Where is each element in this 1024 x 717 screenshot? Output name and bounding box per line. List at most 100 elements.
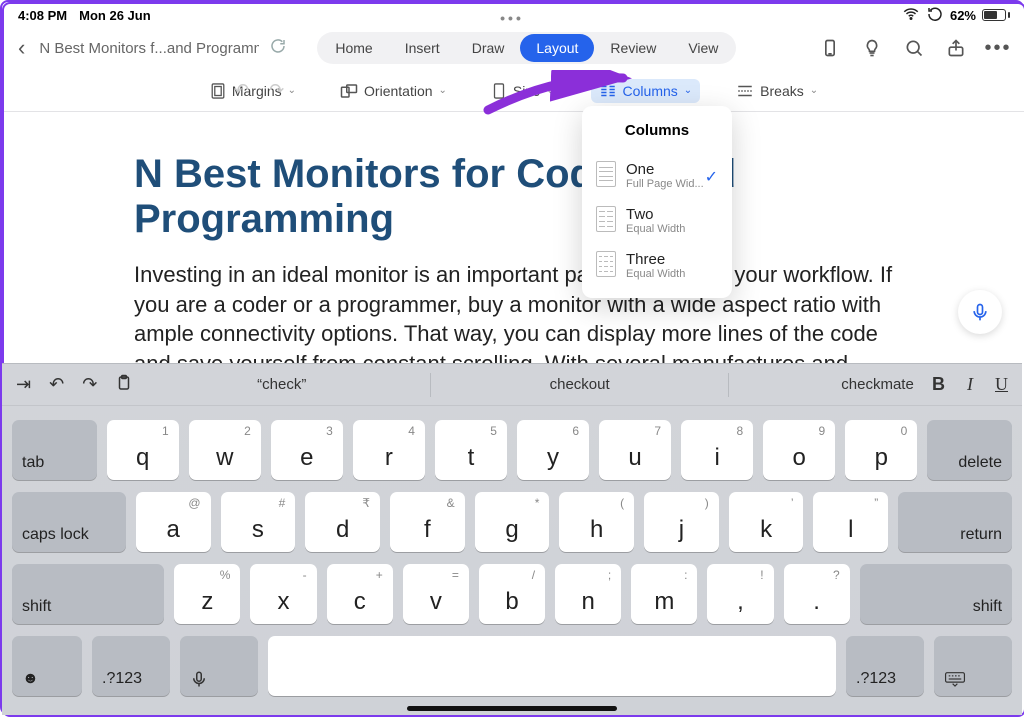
dictate-key[interactable] (180, 636, 258, 696)
dictation-button[interactable] (958, 290, 1002, 334)
layout-toolbar: ↶ ↷ Margins ⌄ Orientation ⌄ Size ⌄ Colum… (4, 70, 1024, 112)
key-x[interactable]: -x (250, 564, 316, 624)
shift-key-right[interactable]: shift (860, 564, 1012, 624)
clipboard-icon[interactable] (115, 374, 133, 396)
key-t[interactable]: 5t (435, 420, 507, 480)
columns-option-one[interactable]: One Full Page Wid... ✓ (582, 153, 732, 198)
key-m[interactable]: :m (631, 564, 697, 624)
columns-option-two[interactable]: Two Equal Width (582, 198, 732, 243)
key-g[interactable]: *g (475, 492, 550, 552)
tab-draw[interactable]: Draw (456, 34, 521, 62)
orientation-label: Orientation (364, 83, 432, 99)
doc-heading: N Best Monitors for Coding and Programmi… (134, 152, 894, 242)
bold-button[interactable]: B (932, 374, 945, 395)
chevron-down-icon: ⌄ (546, 85, 554, 96)
key-y[interactable]: 6y (517, 420, 589, 480)
key-d[interactable]: ₹d (305, 492, 380, 552)
wifi-icon (902, 5, 920, 26)
suggestion-2[interactable]: checkout (449, 376, 710, 393)
option-sub: Equal Width (626, 268, 685, 280)
document-title[interactable]: N Best Monitors f...and Programming (39, 40, 259, 57)
kb-redo-icon[interactable]: ↷ (82, 374, 97, 395)
doc-body: Investing in an ideal monitor is an impo… (134, 260, 894, 379)
battery-icon (982, 9, 1010, 21)
key-p[interactable]: 0p (845, 420, 917, 480)
key-e[interactable]: 3e (271, 420, 343, 480)
search-icon[interactable] (904, 38, 924, 58)
key-k[interactable]: ’k (729, 492, 804, 552)
dismiss-keyboard-key[interactable] (934, 636, 1012, 696)
onscreen-keyboard: ⇥ ↶ ↷ “check” checkout checkmate B I U t… (2, 363, 1022, 715)
return-key[interactable]: return (898, 492, 1012, 552)
option-sub: Equal Width (626, 223, 685, 235)
status-bar: 4:08 PM Mon 26 Jun ••• 62% (4, 4, 1024, 26)
key-a[interactable]: @a (136, 492, 211, 552)
columns-option-three[interactable]: Three Equal Width (582, 243, 732, 288)
size-button[interactable]: Size ⌄ (483, 78, 563, 104)
key-n[interactable]: ;n (555, 564, 621, 624)
key-.[interactable]: ?. (784, 564, 850, 624)
option-label: One (626, 161, 704, 178)
share-icon[interactable] (946, 38, 966, 58)
lightbulb-icon[interactable] (862, 38, 882, 58)
sync-icon[interactable] (269, 37, 287, 60)
key-i[interactable]: 8i (681, 420, 753, 480)
orientation-button[interactable]: Orientation ⌄ (332, 79, 455, 103)
key-r[interactable]: 4r (353, 420, 425, 480)
home-indicator[interactable] (407, 706, 617, 711)
shift-key-left[interactable]: shift (12, 564, 164, 624)
numeric-key-left[interactable]: .?123 (92, 636, 170, 696)
document-page[interactable]: N Best Monitors for Coding and Programmi… (4, 112, 1024, 379)
suggestion-1[interactable]: “check” (151, 376, 412, 393)
key-w[interactable]: 2w (189, 420, 261, 480)
tab-insert[interactable]: Insert (389, 34, 456, 62)
key-z[interactable]: %z (174, 564, 240, 624)
multitask-dots-icon[interactable]: ••• (500, 10, 524, 26)
popover-title: Columns (582, 116, 732, 153)
columns-label: Columns (623, 83, 678, 99)
italic-button[interactable]: I (967, 374, 973, 395)
tab-view[interactable]: View (672, 34, 734, 62)
more-icon[interactable]: ••• (988, 38, 1008, 58)
back-chevron-icon[interactable]: ‹ (14, 35, 29, 61)
key-b[interactable]: /b (479, 564, 545, 624)
tab-layout[interactable]: Layout (520, 34, 594, 62)
tab-key[interactable]: tab (12, 420, 97, 480)
orientation-lock-icon (926, 5, 944, 26)
columns-button[interactable]: Columns ⌄ (591, 79, 701, 103)
columns-popover: Columns One Full Page Wid... ✓ Two Equal… (582, 106, 732, 298)
key-o[interactable]: 9o (763, 420, 835, 480)
chevron-down-icon: ⌄ (439, 85, 447, 96)
key-,[interactable]: !, (707, 564, 773, 624)
key-j[interactable]: )j (644, 492, 719, 552)
delete-key[interactable]: delete (927, 420, 1012, 480)
capslock-key[interactable]: caps lock (12, 492, 126, 552)
key-s[interactable]: #s (221, 492, 296, 552)
status-date: Mon 26 Jun (79, 8, 151, 23)
tab-right-icon[interactable]: ⇥ (16, 374, 31, 395)
one-column-icon (596, 161, 616, 187)
emoji-key[interactable]: ☻ (12, 636, 82, 696)
key-q[interactable]: 1q (107, 420, 179, 480)
breaks-button[interactable]: Breaks ⌄ (728, 79, 826, 103)
breaks-label: Breaks (760, 83, 804, 99)
underline-button[interactable]: U (995, 374, 1008, 395)
space-key[interactable] (268, 636, 836, 696)
tab-home[interactable]: Home (319, 34, 388, 62)
tab-review[interactable]: Review (594, 34, 672, 62)
key-v[interactable]: =v (403, 564, 469, 624)
option-sub: Full Page Wid... (626, 178, 704, 190)
kb-undo-icon[interactable]: ↶ (49, 374, 64, 395)
key-f[interactable]: &f (390, 492, 465, 552)
numeric-key-right[interactable]: .?123 (846, 636, 924, 696)
status-time: 4:08 PM (18, 8, 67, 23)
key-u[interactable]: 7u (599, 420, 671, 480)
key-c[interactable]: +c (327, 564, 393, 624)
redo-icon[interactable]: ↷ (269, 80, 284, 101)
chevron-down-icon: ⌄ (810, 85, 818, 96)
key-l[interactable]: ”l (813, 492, 888, 552)
mobile-view-icon[interactable] (820, 38, 840, 58)
undo-icon[interactable]: ↶ (234, 80, 249, 101)
key-h[interactable]: (h (559, 492, 634, 552)
battery-percent: 62% (950, 8, 976, 23)
